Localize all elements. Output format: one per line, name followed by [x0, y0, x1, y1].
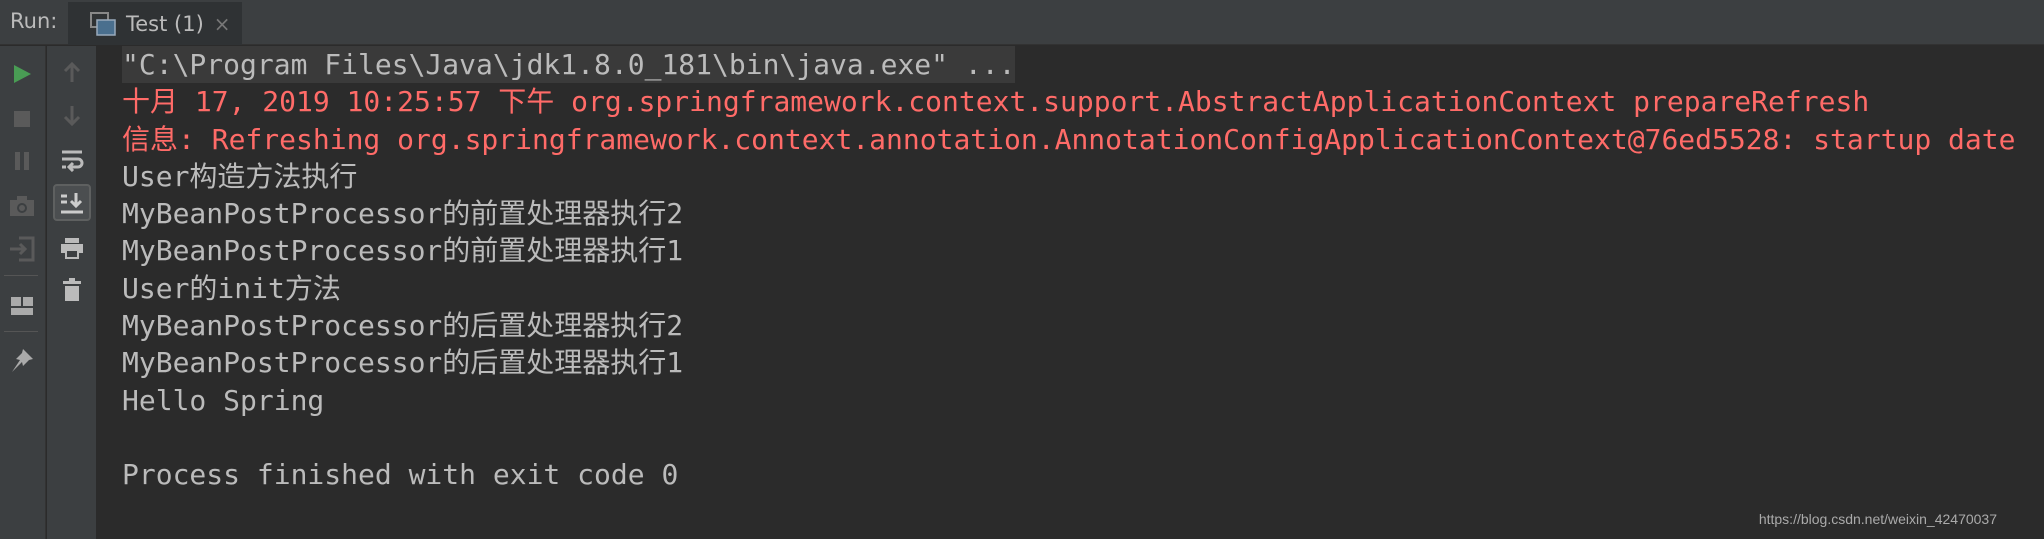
tab-label: Test (1) — [126, 11, 204, 36]
stop-icon[interactable] — [2, 101, 42, 137]
command-line-text: "C:\Program Files\Java\jdk1.8.0_181\bin\… — [122, 46, 1016, 84]
console-toolbar — [47, 46, 97, 539]
trash-icon[interactable] — [52, 272, 92, 308]
console-line-text: MyBeanPostProcessor的前置处理器执行1 — [122, 234, 684, 268]
console-line: User构造方法执行 — [122, 158, 2044, 195]
console-output[interactable]: "C:\Program Files\Java\jdk1.8.0_181\bin\… — [98, 46, 2044, 539]
run-label: Run: — [10, 9, 58, 33]
arrow-up-icon[interactable] — [52, 54, 92, 90]
scroll-to-end-icon[interactable] — [53, 184, 91, 221]
close-icon[interactable]: × — [214, 12, 231, 36]
console-line: Process finished with exit code 0 — [122, 456, 2044, 493]
console-line: "C:\Program Files\Java\jdk1.8.0_181\bin\… — [122, 46, 2044, 84]
arrow-down-icon[interactable] — [52, 98, 92, 134]
console-line-text: MyBeanPostProcessor的后置处理器执行2 — [122, 309, 684, 343]
console-line: MyBeanPostProcessor的前置处理器执行2 — [122, 195, 2044, 232]
pause-icon[interactable] — [2, 143, 42, 179]
console-window-icon — [90, 11, 116, 36]
console-line: MyBeanPostProcessor的前置处理器执行1 — [122, 232, 2044, 269]
console-line: 十月 17, 2019 10:25:57 下午 org.springframew… — [122, 83, 2044, 120]
console-line-text: 信息: Refreshing org.springframework.conte… — [122, 122, 2016, 156]
layout-icon[interactable] — [2, 288, 42, 324]
console-line: MyBeanPostProcessor的后置处理器执行2 — [122, 307, 2044, 344]
console-line-text: User构造方法执行 — [122, 159, 358, 193]
console-line-text: MyBeanPostProcessor的后置处理器执行1 — [122, 346, 684, 380]
console-line: 信息: Refreshing org.springframework.conte… — [122, 121, 2044, 158]
console-line: MyBeanPostProcessor的后置处理器执行1 — [122, 344, 2044, 381]
watermark: https://blog.csdn.net/weixin_42470037 — [1758, 511, 1997, 527]
run-toolbar — [0, 46, 46, 539]
login-icon[interactable] — [2, 231, 42, 267]
camera-icon[interactable] — [2, 188, 42, 224]
soft-wrap-icon[interactable] — [52, 142, 92, 178]
console-line-text: Process finished with exit code 0 — [122, 458, 679, 492]
console-line: Hello Spring — [122, 382, 2044, 419]
console-line: User的init方法 — [122, 270, 2044, 307]
console-line-text: User的init方法 — [122, 271, 341, 305]
console-line-text: 十月 17, 2019 10:25:57 下午 org.springframew… — [122, 85, 1870, 119]
run-tool-window-header: Run: Test (1) × — [0, 0, 2044, 45]
console-line-text: Hello Spring — [122, 383, 325, 417]
console-line-text: MyBeanPostProcessor的前置处理器执行2 — [122, 197, 684, 231]
run-icon[interactable] — [2, 56, 42, 92]
divider — [4, 275, 38, 276]
divider — [4, 331, 38, 332]
print-icon[interactable] — [52, 230, 92, 266]
tab-test[interactable]: Test (1) × — [68, 2, 242, 45]
pin-icon[interactable] — [2, 342, 42, 378]
